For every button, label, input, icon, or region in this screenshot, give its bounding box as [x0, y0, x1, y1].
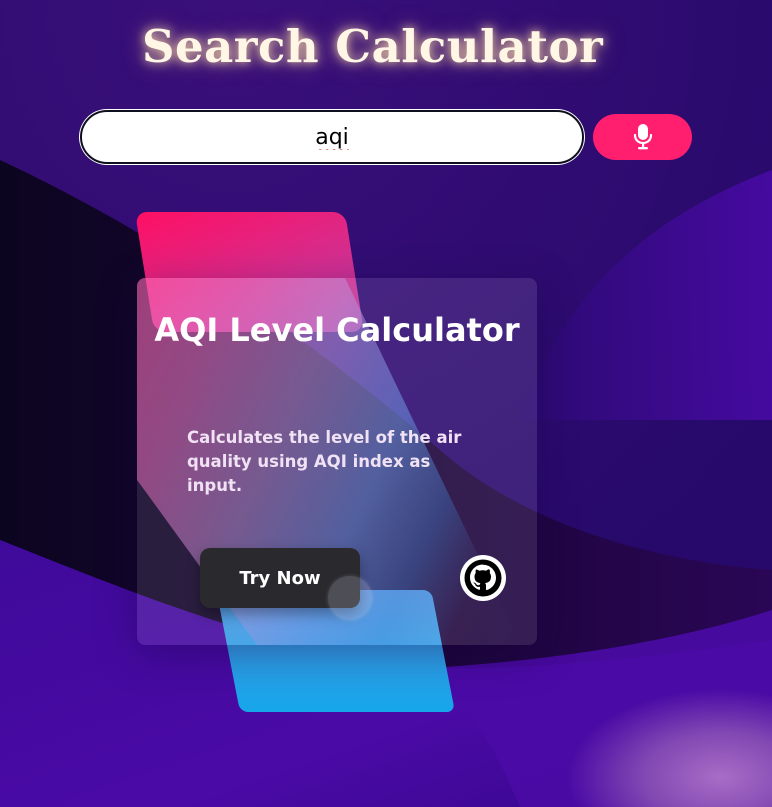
search-box[interactable] [80, 110, 584, 164]
microphone-icon [633, 124, 652, 150]
cursor-indicator [328, 576, 372, 620]
calculator-card: AQI Level Calculator Calculates the leve… [137, 278, 537, 645]
card-description: Calculates the level of the air quality … [187, 428, 462, 495]
github-link[interactable] [460, 555, 506, 601]
github-icon [464, 559, 502, 597]
search-input[interactable] [85, 115, 579, 159]
voice-search-button[interactable] [593, 114, 692, 160]
page-title: Search Calculator [142, 20, 604, 73]
card-title: AQI Level Calculator [154, 311, 520, 349]
